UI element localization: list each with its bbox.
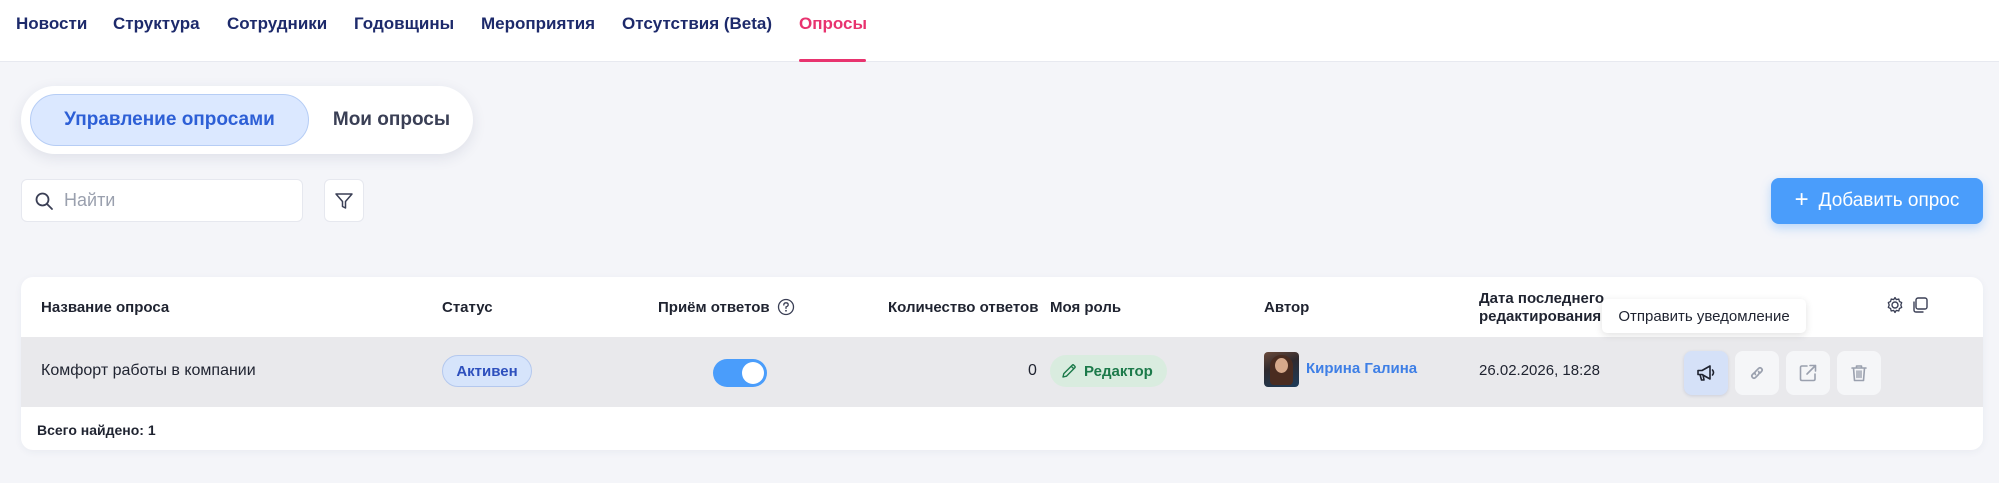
column-header-status[interactable]: Статус <box>442 299 493 316</box>
plus-icon: + <box>1794 186 1809 213</box>
status-badge: Активен <box>442 355 532 387</box>
search-input[interactable] <box>64 180 296 221</box>
avatar <box>1264 352 1299 387</box>
responses-count: 0 <box>1028 362 1037 379</box>
column-header-count[interactable]: Количество ответов <box>888 299 1038 316</box>
send-notification-button[interactable] <box>1684 351 1728 395</box>
column-header-date[interactable]: Дата последнего редактирования <box>1479 290 1604 326</box>
survey-name[interactable]: Комфорт работы в компании <box>41 362 256 380</box>
column-header-name[interactable]: Название опроса <box>41 299 169 316</box>
role-badge: Редактор <box>1050 355 1167 387</box>
open-survey-button[interactable] <box>1786 351 1830 395</box>
megaphone-icon <box>1697 365 1715 381</box>
accepting-responses-toggle[interactable] <box>713 359 767 387</box>
nav-item-structure[interactable]: Структура <box>113 14 200 34</box>
tab-manage-surveys[interactable]: Управление опросами <box>30 94 309 146</box>
nav-item-news[interactable]: Новости <box>16 14 87 34</box>
total-found: Всего найдено: 1 <box>37 422 156 438</box>
search-box <box>21 179 303 222</box>
external-link-icon <box>1799 364 1817 382</box>
toggle-knob <box>742 362 764 384</box>
column-header-author[interactable]: Автор <box>1264 299 1309 316</box>
delete-survey-button[interactable] <box>1837 351 1881 395</box>
survey-mode-switch: Управление опросами Мои опросы <box>21 86 473 154</box>
column-header-role[interactable]: Моя роль <box>1050 299 1121 316</box>
tab-my-surveys[interactable]: Мои опросы <box>319 94 464 146</box>
column-header-date-line2: редактирования <box>1479 308 1602 325</box>
search-icon <box>35 192 53 210</box>
top-navigation: Новости Структура Сотрудники Годовщины М… <box>0 0 1999 62</box>
nav-item-surveys[interactable]: Опросы <box>799 14 867 34</box>
send-notification-tooltip: Отправить уведомление <box>1602 299 1806 333</box>
add-survey-label: Добавить опрос <box>1818 190 1960 211</box>
gear-icon[interactable] <box>1885 295 1905 315</box>
add-survey-button[interactable]: + Добавить опрос <box>1771 178 1983 224</box>
trash-icon <box>1851 365 1867 382</box>
nav-item-anniversaries[interactable]: Годовщины <box>354 14 454 34</box>
column-header-date-line1: Дата последнего <box>1479 290 1605 307</box>
copy-columns-icon[interactable] <box>1910 295 1930 315</box>
nav-item-employees[interactable]: Сотрудники <box>227 14 327 34</box>
author-link[interactable]: Кирина Галина <box>1306 360 1417 377</box>
filter-icon <box>335 192 353 209</box>
filter-button[interactable] <box>324 179 364 222</box>
table-row[interactable]: Комфорт работы в компании Активен 0 Реда… <box>21 337 1983 407</box>
nav-item-events[interactable]: Мероприятия <box>481 14 595 34</box>
nav-item-absences[interactable]: Отсутствия (Beta) <box>622 14 772 34</box>
copy-link-button[interactable] <box>1735 351 1779 395</box>
nav-active-underline <box>799 59 866 62</box>
role-label: Редактор <box>1084 362 1153 380</box>
help-circle-icon[interactable] <box>777 298 795 316</box>
column-header-accepting[interactable]: Приём ответов <box>658 299 770 316</box>
link-icon <box>1750 366 1764 380</box>
pencil-icon <box>1062 364 1076 378</box>
last-edited-date: 26.02.2026, 18:28 <box>1479 362 1600 379</box>
